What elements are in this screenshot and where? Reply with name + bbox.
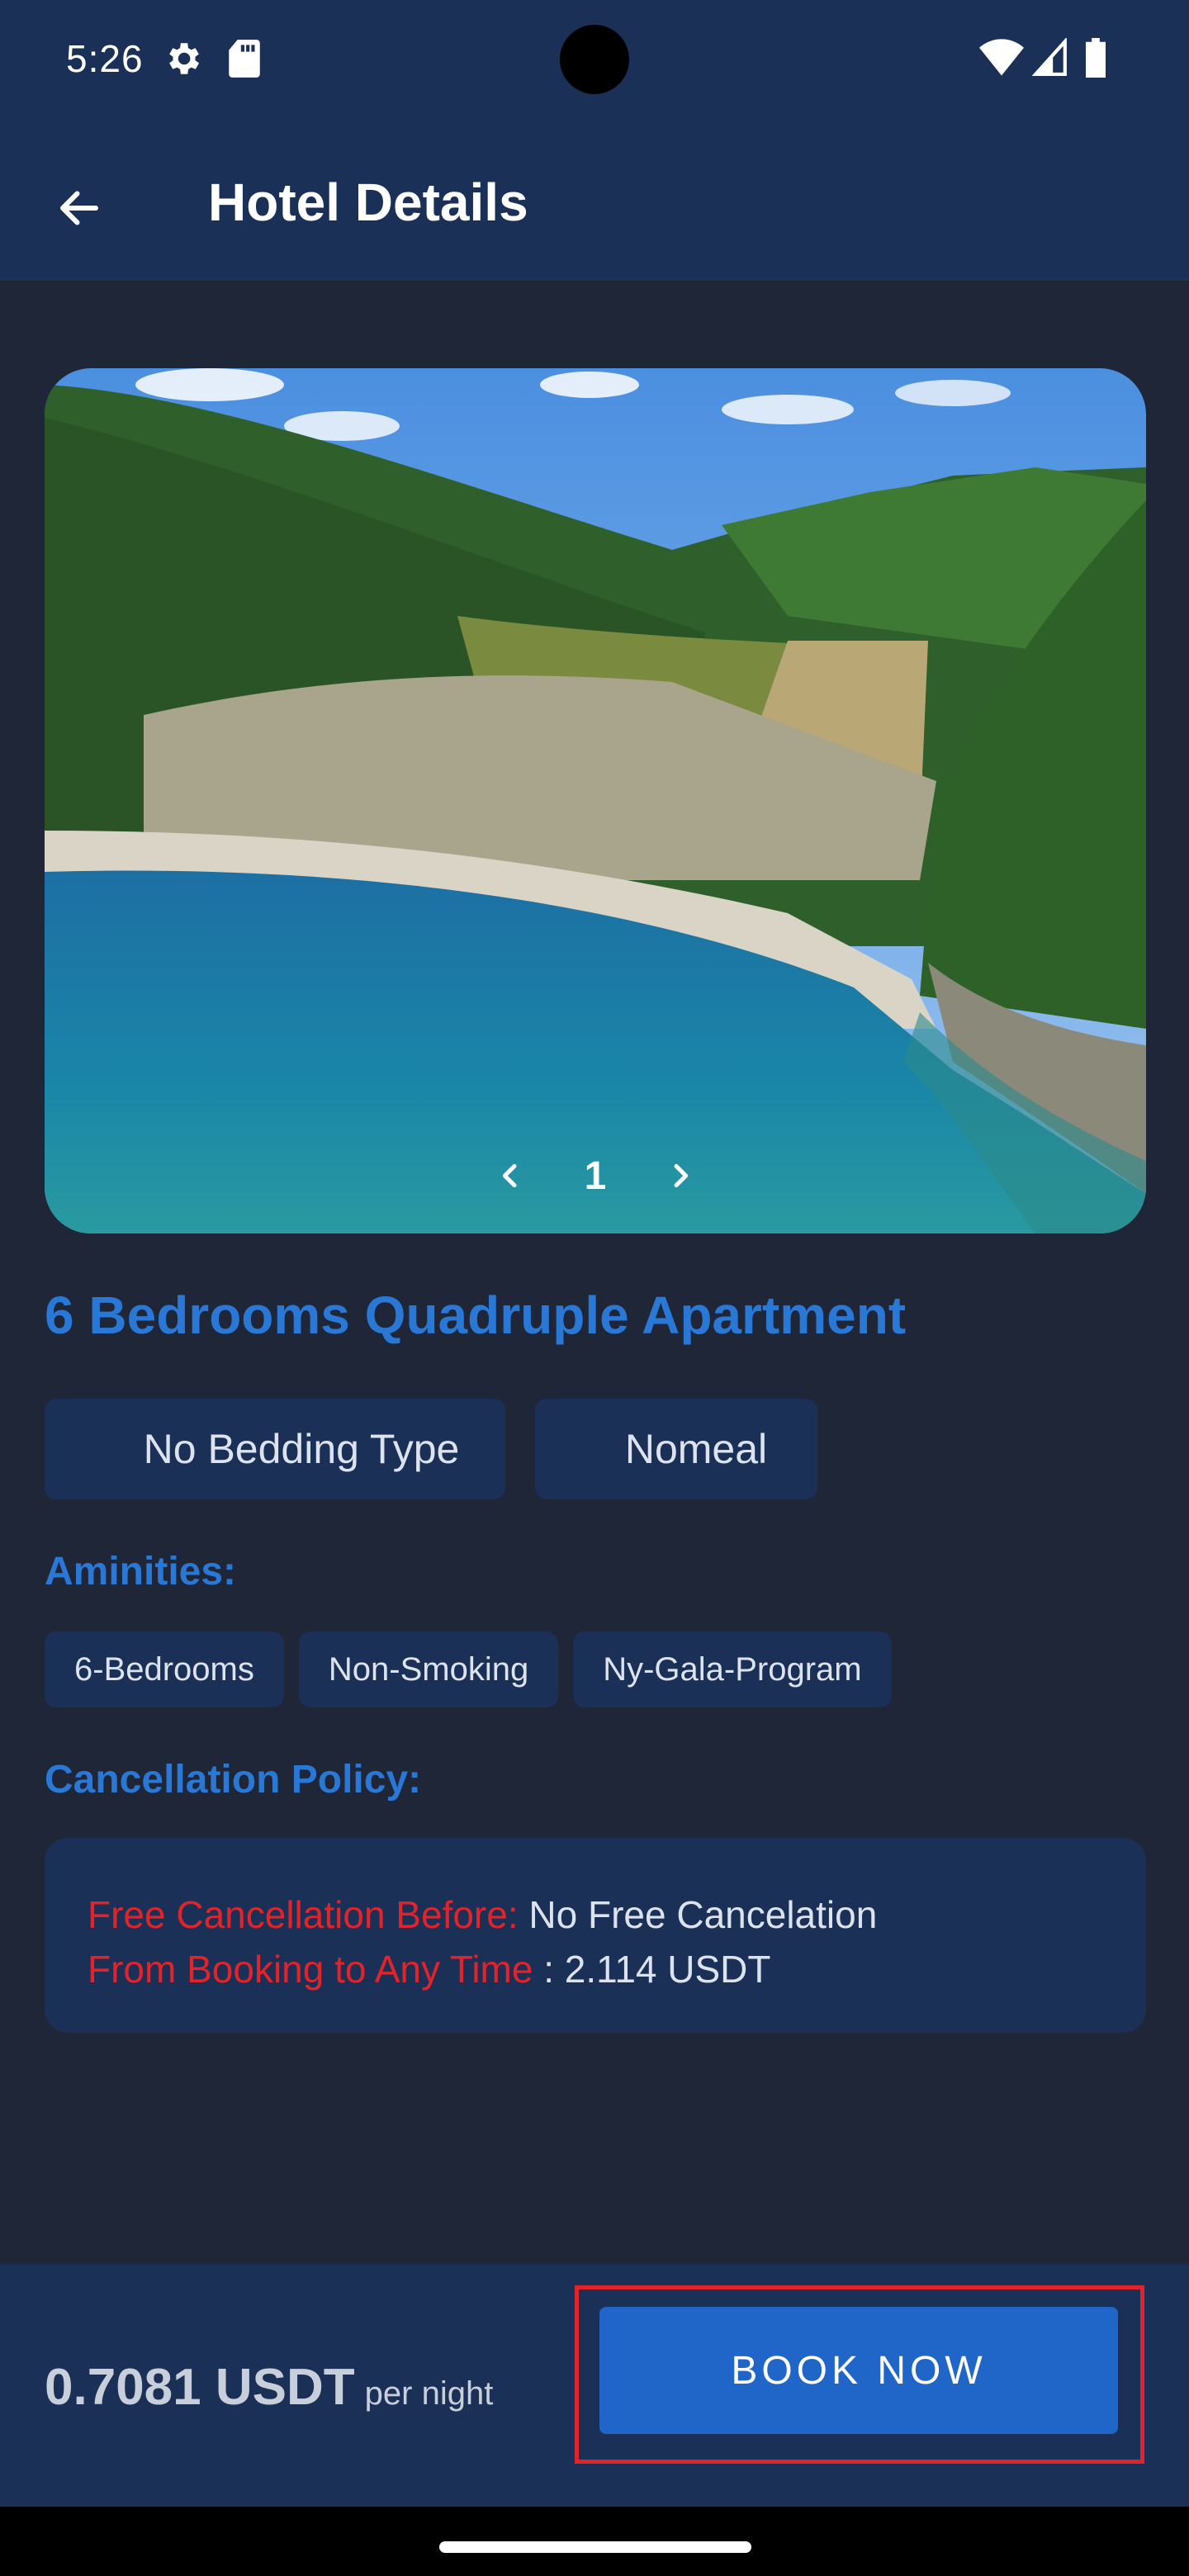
price-amount: 0.7081 USDT: [45, 2359, 355, 2416]
hotel-details-screen: 5:26 Hotel Details 1 6 Bedrooms Quadrupl…: [0, 0, 1189, 2576]
amenity-tag: Ny-Gala-Program: [573, 1631, 892, 1707]
status-bar: 5:26: [0, 0, 1189, 124]
sd-card-icon: [226, 38, 263, 83]
chevron-left-icon: [502, 1163, 517, 1188]
amenities-label: Aminities:: [45, 1550, 237, 1593]
home-indicator[interactable]: [439, 2541, 751, 2553]
arrow-left-icon: [60, 191, 98, 225]
page-title: Hotel Details: [208, 173, 528, 232]
status-time: 5:26: [66, 37, 144, 80]
amenity-tag: Non-Smoking: [298, 1631, 559, 1707]
cancellation-policy-box: Free Cancellation Before: No Free Cancel…: [45, 1838, 1146, 2033]
settings-gear-icon: [162, 38, 203, 83]
free-cancellation-key: Free Cancellation Before:: [88, 1893, 519, 1936]
back-button[interactable]: [40, 168, 119, 248]
carousel-page-number: 1: [584, 1153, 607, 1198]
book-now-button[interactable]: BOOK NOW: [599, 2307, 1118, 2434]
camera-cutout: [560, 25, 629, 94]
booking-bar: 0.7081 USDT per night BOOK NOW: [0, 2264, 1189, 2507]
price-unit: per night: [364, 2375, 494, 2412]
wifi-icon: [979, 38, 1024, 80]
booking-fee-line: From Booking to Any Time : 2.114 USDT: [88, 1942, 1146, 1996]
app-bar: Hotel Details: [0, 124, 1189, 281]
cellular-signal-icon: [1031, 36, 1067, 80]
carousel-prev-button[interactable]: [486, 1151, 535, 1200]
cancellation-policy-label: Cancellation Policy:: [45, 1758, 422, 1802]
price: 0.7081 USDT per night: [45, 2358, 493, 2417]
chevron-right-icon: [674, 1163, 689, 1188]
system-nav-bar: [0, 2507, 1189, 2576]
carousel-next-button[interactable]: [656, 1151, 705, 1200]
room-title: 6 Bedrooms Quadruple Apartment: [45, 1286, 907, 1345]
amenities-list: 6-Bedrooms Non-Smoking Ny-Gala-Program: [45, 1631, 892, 1707]
hotel-photo: [45, 368, 1146, 1234]
carousel-controls: 1: [45, 1151, 1146, 1200]
meal-type-chip: Nomeal: [535, 1399, 817, 1499]
battery-icon: [1083, 38, 1108, 82]
booking-fee-value: : 2.114 USDT: [533, 1948, 771, 1991]
room-feature-chips: No Bedding Type Nomeal: [45, 1399, 817, 1499]
bedding-type-chip: No Bedding Type: [45, 1399, 505, 1499]
hotel-image-carousel[interactable]: 1: [45, 368, 1146, 1234]
free-cancellation-line: Free Cancellation Before: No Free Cancel…: [88, 1887, 1146, 1942]
booking-fee-key: From Booking to Any Time: [88, 1948, 533, 1991]
amenity-tag: 6-Bedrooms: [45, 1631, 284, 1707]
free-cancellation-value: No Free Cancelation: [518, 1893, 878, 1936]
